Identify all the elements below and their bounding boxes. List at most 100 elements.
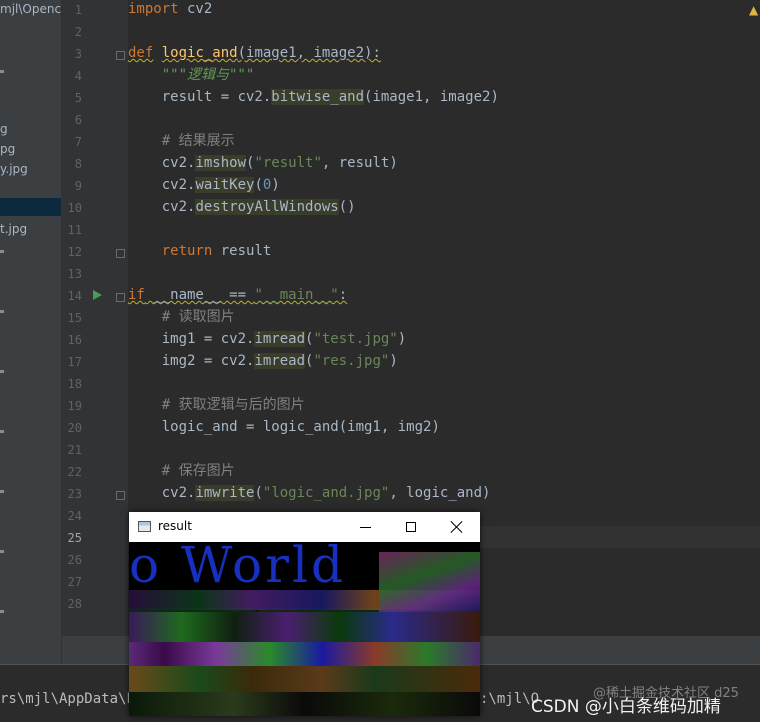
code-text: , logic_and) bbox=[389, 485, 491, 501]
image-noise-band bbox=[129, 642, 480, 666]
tree-marker bbox=[0, 250, 4, 253]
result-image-text: o World bbox=[129, 542, 346, 594]
code-line-7[interactable]: # 结果展示 bbox=[128, 130, 235, 152]
watermark: CSDN @小白条维码加精 bbox=[531, 697, 721, 717]
code-line-15[interactable]: # 读取图片 bbox=[128, 306, 235, 328]
code-text: , result) bbox=[321, 155, 398, 171]
code-text: (image1, image2): bbox=[237, 45, 381, 61]
line-number: 3 bbox=[74, 47, 82, 61]
image-noise-patch bbox=[379, 552, 480, 612]
image-noise-band bbox=[129, 666, 480, 692]
function-name: logic_and bbox=[161, 45, 238, 61]
code-line-16[interactable]: img1 = cv2.imread("test.jpg") bbox=[128, 328, 406, 350]
code-text: ( bbox=[254, 485, 263, 501]
code-line-4[interactable]: """逻辑与""" bbox=[128, 64, 255, 86]
line-number: 26 bbox=[67, 553, 82, 567]
string-literal: "result" bbox=[254, 155, 322, 171]
code-text: ) bbox=[389, 353, 398, 369]
project-file[interactable]: t.jpg bbox=[0, 222, 27, 236]
method-call: imshow bbox=[195, 155, 247, 171]
code-line-1[interactable]: import cv2 bbox=[128, 0, 212, 20]
code-line-10[interactable]: cv2.destroyAllWindows() bbox=[128, 196, 356, 218]
tree-marker bbox=[0, 490, 4, 493]
result-window-titlebar[interactable]: result bbox=[129, 512, 480, 542]
line-number: 4 bbox=[74, 69, 82, 83]
line-number: 7 bbox=[74, 135, 82, 149]
code-text: cv2. bbox=[161, 177, 196, 193]
line-number: 28 bbox=[67, 597, 82, 611]
method-call: bitwise_and bbox=[271, 89, 365, 105]
line-number: 8 bbox=[74, 157, 82, 171]
tree-marker bbox=[0, 370, 4, 373]
console-text: rs\mjl\AppData\Lo bbox=[0, 691, 144, 707]
string-literal: "logic_and.jpg" bbox=[262, 485, 390, 501]
project-file[interactable]: g bbox=[0, 122, 8, 136]
string-literal: "res.jpg" bbox=[313, 353, 390, 369]
keyword: def bbox=[128, 45, 154, 61]
line-number: 21 bbox=[67, 443, 82, 457]
fold-toggle-icon[interactable] bbox=[116, 293, 125, 302]
line-number: 13 bbox=[67, 267, 82, 281]
code-text: cv2 bbox=[178, 1, 213, 17]
line-number: 24 bbox=[67, 509, 82, 523]
fold-toggle-icon[interactable] bbox=[116, 51, 125, 60]
code-text: logic_and = logic_and(img1, img2) bbox=[161, 419, 440, 435]
line-number: 22 bbox=[67, 465, 82, 479]
code-text: __name__ == bbox=[144, 287, 255, 303]
code-line-12[interactable]: return result bbox=[128, 240, 272, 262]
code-line-3[interactable]: def logic_and(image1, image2): bbox=[128, 42, 381, 64]
line-number: 9 bbox=[74, 179, 82, 193]
result-image: o World bbox=[129, 542, 480, 716]
code-line-5[interactable]: result = cv2.bitwise_and(image1, image2) bbox=[128, 86, 499, 108]
code-line-8[interactable]: cv2.imshow("result", result) bbox=[128, 152, 398, 174]
project-panel: mjl\Openc g pg y.jpg t.jpg bbox=[0, 0, 62, 664]
maximize-button[interactable] bbox=[388, 512, 434, 542]
line-number: 12 bbox=[67, 245, 82, 259]
selected-file-highlight bbox=[0, 198, 61, 216]
code-line-23[interactable]: cv2.imwrite("logic_and.jpg", logic_and) bbox=[128, 482, 490, 504]
close-button[interactable] bbox=[434, 512, 480, 542]
code-line-20[interactable]: logic_and = logic_and(img1, img2) bbox=[128, 416, 440, 438]
code-text: result = cv2. bbox=[161, 89, 272, 105]
line-number: 2 bbox=[74, 25, 82, 39]
string-literal: "__main__" bbox=[254, 287, 339, 303]
project-file[interactable]: y.jpg bbox=[0, 162, 28, 176]
code-line-19[interactable]: # 获取逻辑与后的图片 bbox=[128, 394, 305, 416]
line-number-current: 25 bbox=[67, 531, 82, 545]
code-text: cv2. bbox=[161, 199, 196, 215]
line-number: 17 bbox=[67, 355, 82, 369]
minimize-button[interactable] bbox=[342, 512, 388, 542]
image-noise-band bbox=[129, 612, 480, 642]
comment: # 获取逻辑与后的图片 bbox=[161, 397, 305, 413]
fold-toggle-icon[interactable] bbox=[116, 491, 125, 500]
code-text: ( bbox=[254, 177, 263, 193]
tree-marker bbox=[0, 310, 4, 313]
tree-marker bbox=[0, 610, 4, 613]
code-line-17[interactable]: img2 = cv2.imread("res.jpg") bbox=[128, 350, 398, 372]
code-line-9[interactable]: cv2.waitKey(0) bbox=[128, 174, 280, 196]
run-gutter-icon[interactable] bbox=[93, 290, 102, 300]
fold-toggle-icon[interactable] bbox=[116, 249, 125, 258]
line-number: 27 bbox=[67, 575, 82, 589]
docstring: """逻辑与""" bbox=[161, 67, 255, 83]
image-noise-band bbox=[129, 692, 480, 716]
method-call: destroyAllWindows bbox=[195, 199, 339, 215]
code-text: ) bbox=[271, 177, 280, 193]
line-number: 10 bbox=[67, 201, 82, 215]
line-number: 1 bbox=[74, 3, 82, 17]
code-text: (image1, image2) bbox=[364, 89, 499, 105]
line-number: 23 bbox=[67, 487, 82, 501]
result-window[interactable]: result o World bbox=[129, 512, 480, 716]
result-window-title: result bbox=[158, 519, 192, 533]
code-line-22[interactable]: # 保存图片 bbox=[128, 460, 235, 482]
keyword: import bbox=[128, 1, 179, 17]
warning-icon[interactable]: ▲ bbox=[749, 3, 758, 17]
tree-marker bbox=[0, 430, 4, 433]
method-call: imread bbox=[254, 353, 306, 369]
code-text: img2 = cv2. bbox=[161, 353, 255, 369]
line-number: 19 bbox=[67, 399, 82, 413]
code-text: result bbox=[212, 243, 272, 259]
project-file[interactable]: pg bbox=[0, 142, 15, 156]
code-line-14[interactable]: if __name__ == "__main__": bbox=[128, 284, 347, 306]
line-number: 15 bbox=[67, 311, 82, 325]
